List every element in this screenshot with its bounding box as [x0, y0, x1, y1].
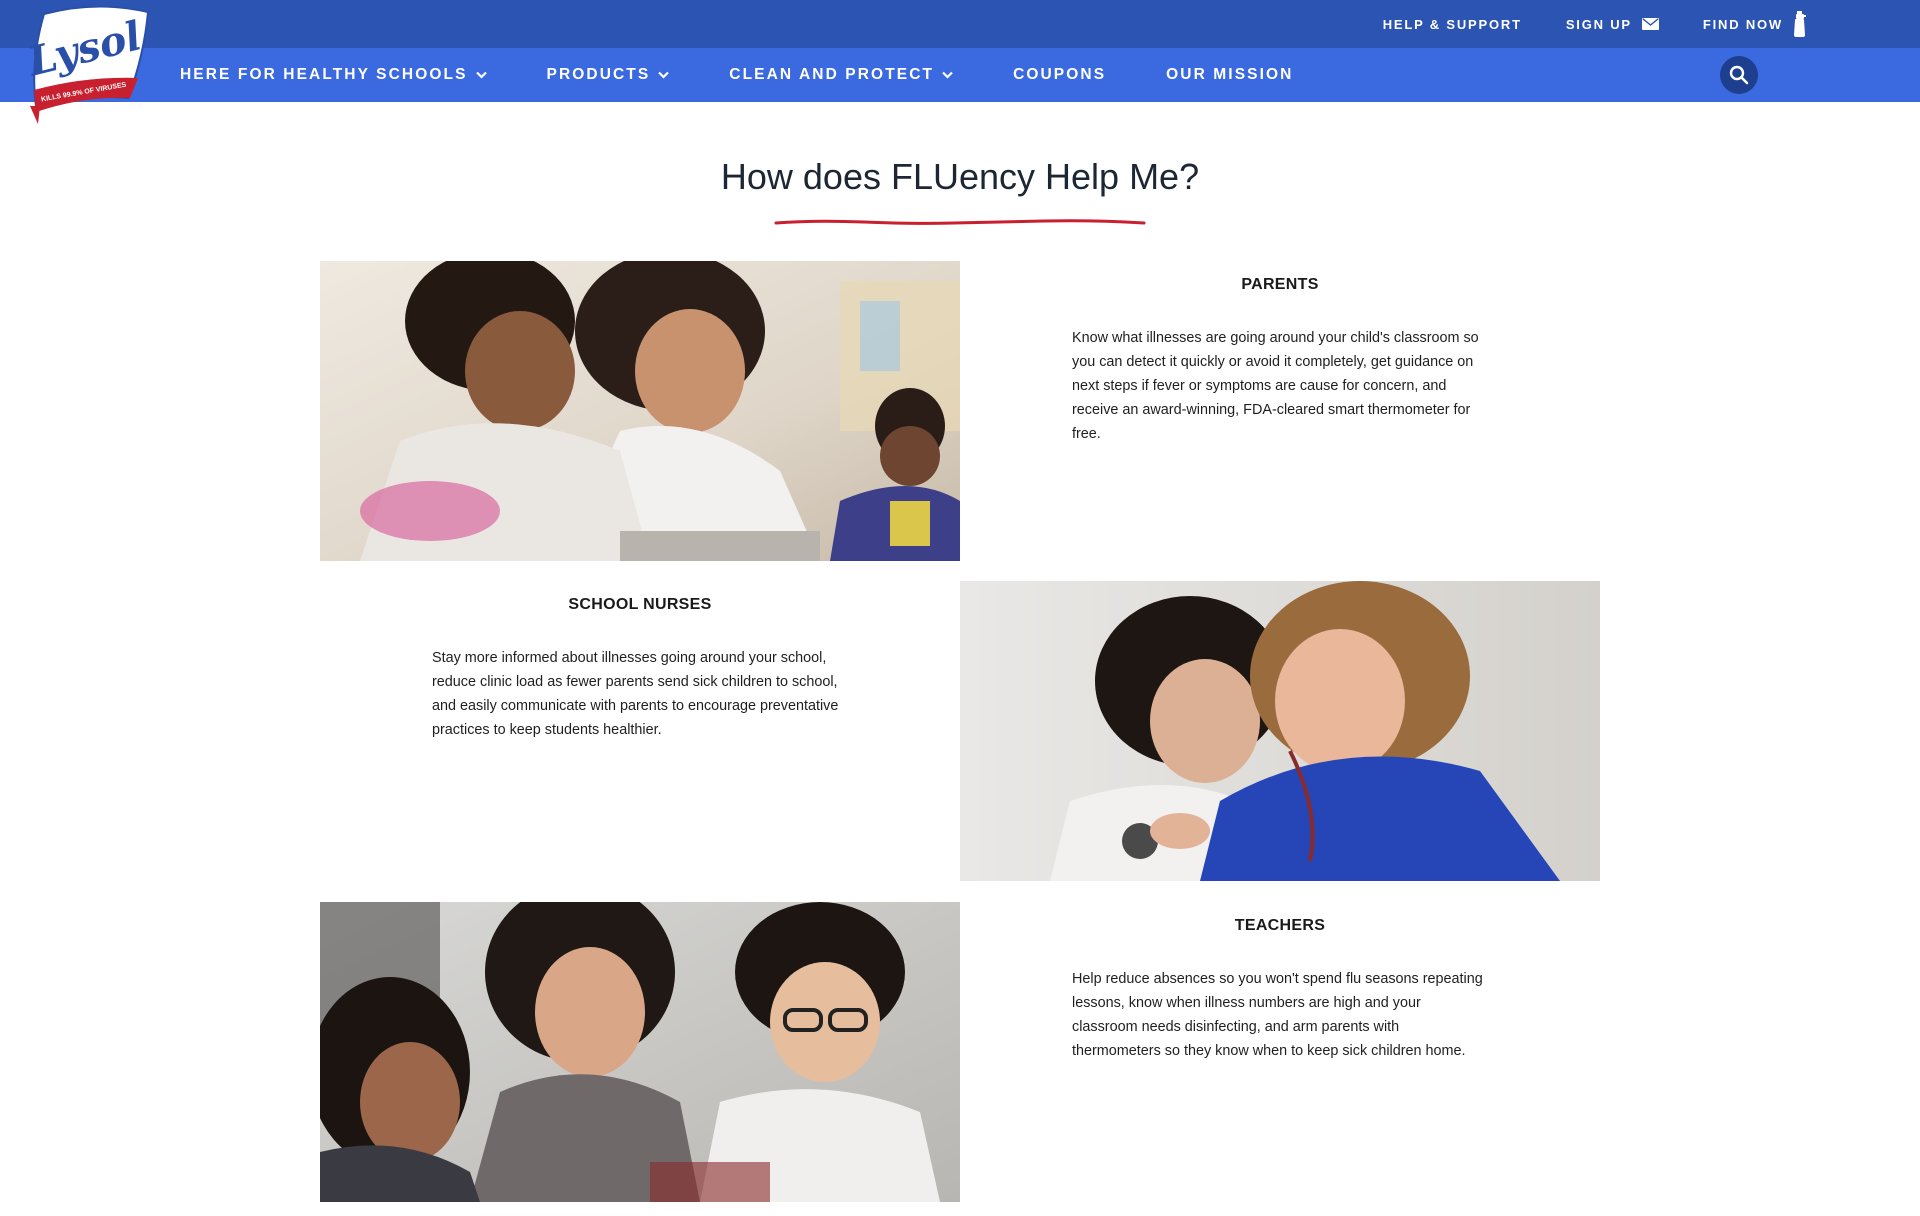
find-now-label: FIND NOW — [1702, 16, 1783, 32]
envelope-icon — [1641, 18, 1659, 30]
parents-photo — [320, 261, 960, 561]
utility-bar: HELP & SUPPORT SIGN UP FIND NOW — [0, 0, 1920, 48]
nav-item-label: CLEAN AND PROTECT — [729, 66, 935, 83]
teachers-section: TEACHERS Help reduce absences so you won… — [960, 917, 1600, 1063]
section-heading: TEACHERS — [1234, 917, 1326, 934]
section-text: Stay more informed about illnesses going… — [432, 650, 839, 738]
chevron-down-icon — [475, 71, 487, 79]
section-text: Know what illnesses are going around you… — [1072, 330, 1479, 442]
section-heading: SCHOOL NURSES — [568, 596, 712, 613]
nav-item-healthy-schools[interactable]: HERE FOR HEALTHY SCHOOLS — [180, 66, 487, 84]
search-icon — [1729, 65, 1749, 85]
section-heading: PARENTS — [1241, 276, 1319, 293]
school-nurses-photo — [960, 581, 1600, 881]
help-support-link[interactable]: HELP & SUPPORT — [1383, 17, 1522, 32]
teachers-photo — [320, 902, 960, 1202]
chevron-down-icon — [942, 71, 953, 79]
main-nav: HERE FOR HEALTHY SCHOOLS PRODUCTS CLEAN … — [0, 48, 1920, 102]
sign-up-label: SIGN UP — [1565, 16, 1632, 32]
nav-item-label: OUR MISSION — [1166, 66, 1294, 83]
nav-item-products[interactable]: PRODUCTS — [547, 66, 670, 84]
nav-item-label: HERE FOR HEALTHY SCHOOLS — [180, 66, 468, 83]
spray-bottle-icon — [1794, 11, 1806, 37]
nav-item-label: PRODUCTS — [546, 66, 651, 83]
title-underline — [774, 219, 1146, 225]
section-text: Help reduce absences so you won't spend … — [1072, 971, 1483, 1059]
nav-item-our-mission[interactable]: OUR MISSION — [1166, 66, 1293, 84]
page-title: How does FLUency Help Me? — [720, 156, 1200, 197]
find-now-link[interactable]: FIND NOW — [1703, 11, 1806, 37]
nav-item-label: COUPONS — [1013, 66, 1107, 83]
search-button[interactable] — [1720, 56, 1758, 94]
nav-item-clean-and-protect[interactable]: CLEAN AND PROTECT — [729, 66, 953, 84]
parents-section: PARENTS Know what illnesses are going ar… — [960, 276, 1600, 446]
school-nurses-section: SCHOOL NURSES Stay more informed about i… — [320, 596, 960, 742]
sign-up-link[interactable]: SIGN UP — [1566, 17, 1659, 32]
lysol-logo[interactable]: Lysol KILLS 99.9% OF VIRUSES — [23, 5, 154, 124]
nav-item-coupons[interactable]: COUPONS — [1013, 66, 1106, 84]
chevron-down-icon — [658, 71, 670, 79]
help-support-label: HELP & SUPPORT — [1382, 16, 1522, 32]
utility-links: HELP & SUPPORT SIGN UP FIND NOW — [1383, 0, 1806, 48]
nav-items: HERE FOR HEALTHY SCHOOLS PRODUCTS CLEAN … — [180, 48, 1293, 102]
